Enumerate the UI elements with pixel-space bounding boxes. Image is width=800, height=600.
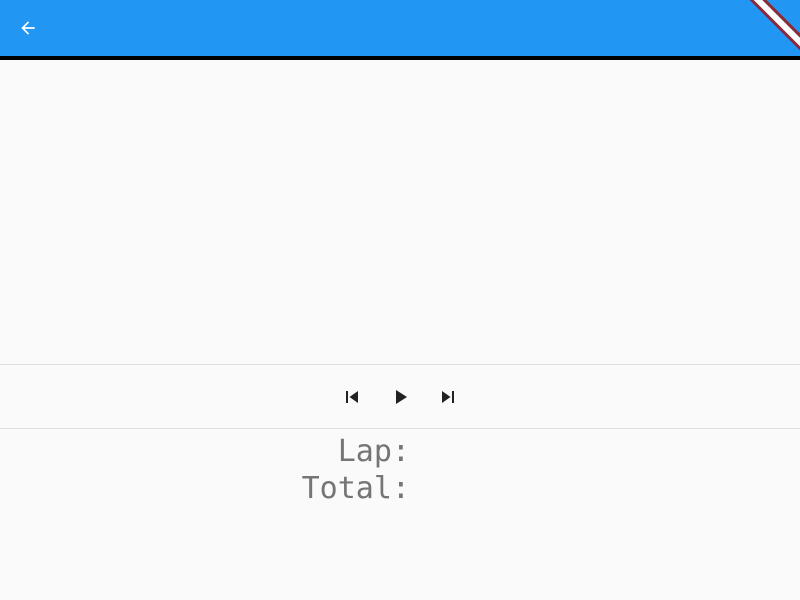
total-label: Total: xyxy=(301,471,410,506)
playback-controls xyxy=(0,365,800,428)
app-window: Lap: Total: xyxy=(0,0,800,600)
stopwatch-display-area xyxy=(0,60,800,364)
skip-next-button[interactable] xyxy=(424,373,472,421)
back-button[interactable] xyxy=(12,12,44,44)
play-icon xyxy=(396,389,407,404)
app-bar xyxy=(0,0,800,60)
skip-previous-button[interactable] xyxy=(328,373,376,421)
skip-next-icon xyxy=(442,390,454,403)
play-button[interactable] xyxy=(376,373,424,421)
divider-bottom xyxy=(0,428,800,429)
arrow-back-icon xyxy=(21,21,35,35)
skip-previous-icon xyxy=(346,390,358,403)
lap-label: Lap: xyxy=(337,434,410,469)
